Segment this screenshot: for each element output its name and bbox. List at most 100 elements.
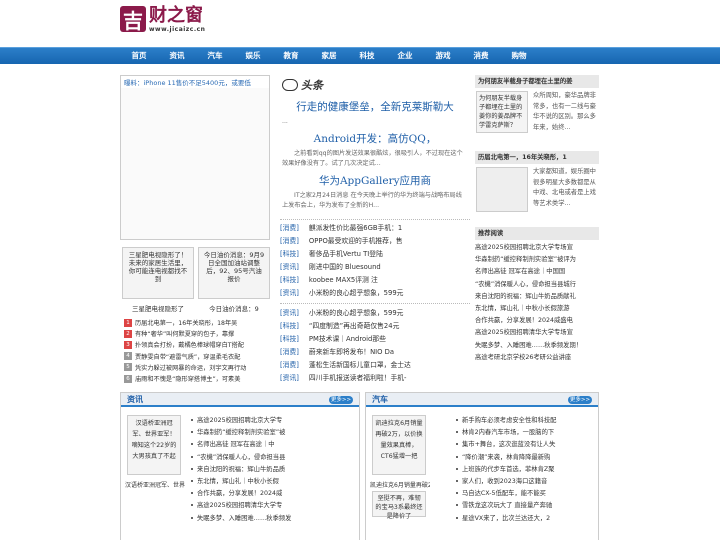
hot-list-text[interactable]: 贾静雯自带“避雷气质”，穿温柔毛衣配 xyxy=(135,352,240,361)
recommend-item[interactable]: 失眠多梦、入睡困难……秋季频发期！ xyxy=(475,340,599,352)
section-image[interactable]: 坚挺不再，难韧的宝马3系最终还是降价了 xyxy=(372,491,426,520)
section-list-text[interactable]: 雪铁龙这次玩大了 直接量产奔驰 xyxy=(462,502,552,509)
section-list-text[interactable]: 家人们，收到2023海口这籍音 xyxy=(462,478,547,485)
section-list-text[interactable]: 集市+舞台，这次逛蓝没有让人失 xyxy=(462,441,555,448)
hot-list-text[interactable]: 扑领真会打扮，戴橘色棒球帽穿白T搭配 xyxy=(135,340,244,349)
section-list-item[interactable]: 新手购车必须考虑安全性和科技配 xyxy=(456,415,596,427)
news-title[interactable]: OPPO最受欢迎的手机推荐，售 xyxy=(309,237,403,245)
section-list-item[interactable]: 集市+舞台，这次逛蓝没有让人失 xyxy=(456,439,596,451)
news-row[interactable]: [科技] “四度制造”再出奇葩仅售24元 xyxy=(280,320,470,333)
news-row[interactable]: [资讯] 小米粉的良心超乎想象，599元 xyxy=(280,287,470,300)
recommend-item[interactable]: 名师出高徒 冠军在高途｜中国国 xyxy=(475,266,599,278)
news-row[interactable]: [科技] 奢侈品手机Vertu TI登陆 xyxy=(280,248,470,261)
news-category[interactable]: [科技] xyxy=(280,276,299,284)
section-list-text[interactable]: 华森制药“缓控释制剂实验室”被 xyxy=(197,429,285,436)
news-category[interactable]: [科技] xyxy=(280,250,299,258)
section-list-item[interactable]: 雪铁龙这次玩大了 直接量产奔驰 xyxy=(456,500,596,512)
hot-list-item[interactable]: 5 凭实力躲过被网暴的命运，刘宇文再行动 xyxy=(124,362,270,373)
headline-title[interactable]: 行走的健康堡垒，全新克莱斯勒大 xyxy=(282,99,468,114)
nav-item[interactable]: 游戏 xyxy=(424,48,462,65)
recommend-item[interactable]: 东北情，辉山礼｜中秋小长假旅游 xyxy=(475,303,599,315)
hot-list-item[interactable]: 3 扑领真会打扮，戴橘色棒球帽穿白T搭配 xyxy=(124,339,270,350)
recommend-item[interactable]: “农機”消保暖人心，侵命担当县城行 xyxy=(475,279,599,291)
recommend-item[interactable]: 高途考研北京学校26考研公益讲座 xyxy=(475,352,599,364)
section-list-text[interactable]: 合作共赢，分享发展！2024威 xyxy=(197,490,282,497)
thumb-image[interactable]: 三星肥电视隐形了！未来的家居生活里，你可能连电视都找不到 xyxy=(122,247,194,299)
recommend-item[interactable]: 合作共赢，分享发展！2024威盛电 xyxy=(475,315,599,327)
news-category[interactable]: [资讯] xyxy=(280,309,299,317)
section-list-item[interactable]: “农機”消保暖人心，侵命担当县 xyxy=(191,452,301,464)
section-title[interactable]: 资讯 xyxy=(127,394,143,405)
recommend-item[interactable]: 高途2025校园招聘北京大学专场宣 xyxy=(475,242,599,254)
news-row[interactable]: [消费] 蓬松生活新国标儿童口罩，金士达 xyxy=(280,359,470,372)
news-title[interactable]: 四川手机报送读者福利啦！手机- xyxy=(309,374,407,382)
section-caption[interactable]: 汉语桥亚洲冠军、世界亚 xyxy=(125,480,185,489)
news-row[interactable]: [消费] OPPO最受欢迎的手机推荐，售 xyxy=(280,235,470,248)
section-list-item[interactable]: 高途2025校园招聘清华大学专 xyxy=(191,500,301,512)
news-title[interactable]: 小米粉的良心超乎想象，599元 xyxy=(309,309,404,317)
ad-title[interactable]: 曝料：iPhone 11售价不足5400元，或要低 xyxy=(121,76,269,88)
news-row[interactable]: [资讯] 刚进中国的 Bluesound xyxy=(280,261,470,274)
news-category[interactable]: [消费] xyxy=(280,237,299,245)
right-box-image[interactable] xyxy=(476,167,528,212)
site-logo[interactable]: 吉 财之窗 www.jicaizc.cn xyxy=(120,4,205,34)
news-category[interactable]: [资讯] xyxy=(280,289,299,297)
news-title[interactable]: PM技术课｜Android那些 xyxy=(309,335,386,343)
hot-list-text[interactable]: 凭实力躲过被网暴的命运，刘宇文再行动 xyxy=(135,363,246,372)
nav-item[interactable]: 娱乐 xyxy=(234,48,272,65)
section-list-item[interactable]: 华森制药“缓控释制剂实验室”被 xyxy=(191,427,301,439)
nav-item[interactable]: 资讯 xyxy=(158,48,196,65)
section-list-text[interactable]: 新手购车必须考虑安全性和科技配 xyxy=(462,417,556,424)
section-list-text[interactable]: 东北情，辉山礼｜中秋小长假 xyxy=(197,478,279,485)
nav-item[interactable]: 企业 xyxy=(386,48,424,65)
more-button[interactable]: 更多>> xyxy=(329,396,353,404)
nav-item[interactable]: 首页 xyxy=(120,48,158,65)
news-category[interactable]: [科技] xyxy=(280,335,299,343)
news-row[interactable]: [科技] koobee MAX5评测 注 xyxy=(280,274,470,287)
nav-item[interactable]: 消费 xyxy=(462,48,500,65)
hot-list-item[interactable]: 2 有种“奢华”叫何默夏穿的包子，靠撑 xyxy=(124,328,270,339)
hot-list-text[interactable]: 历届北电第一，16年关晓彤，18年吴 xyxy=(135,318,237,327)
section-list-item[interactable]: 上班族的代步车首选，菲林肯Z聚 xyxy=(456,464,596,476)
news-category[interactable]: [消费] xyxy=(280,224,299,232)
hot-list-item[interactable]: 1 历届北电第一，16年关晓彤，18年吴 xyxy=(124,317,270,328)
news-category[interactable]: [资讯] xyxy=(280,374,299,382)
section-list-item[interactable]: 合作共赢，分享发展！2024威 xyxy=(191,488,301,500)
thumb-caption[interactable]: 三星肥电视隐形了 xyxy=(122,303,194,313)
section-list-item[interactable]: 星途VX来了，比次兰达还大，2 xyxy=(456,513,596,525)
section-list-item[interactable]: “降价潮”来袭，林肯降降最新购 xyxy=(456,452,596,464)
news-title[interactable]: 蓬松生活新国标儿童口罩，金士达 xyxy=(309,361,411,369)
nav-item[interactable]: 科技 xyxy=(348,48,386,65)
section-list-text[interactable]: 失眠多梦、入睡困难……秋季频发 xyxy=(197,515,291,522)
section-list-item[interactable]: 家人们，收到2023海口这籍音 xyxy=(456,476,596,488)
news-category[interactable]: [资讯] xyxy=(280,263,299,271)
section-title[interactable]: 汽车 xyxy=(372,394,388,405)
news-title[interactable]: 刚进中国的 Bluesound xyxy=(309,263,381,271)
section-list-text[interactable]: 来自沈阳的祝福：辉山牛奶品质 xyxy=(197,466,285,473)
news-row[interactable]: [消费] 蔚来新车即将发布！NIO Da xyxy=(280,346,470,359)
right-box-title[interactable]: 为何朋友半载身子都埋在土里的姜 xyxy=(475,75,599,88)
news-title[interactable]: koobee MAX5评测 注 xyxy=(309,276,378,284)
hot-list-item[interactable]: 6 庙雨和不愧是“隐形穿搭博主”，可素美 xyxy=(124,373,270,384)
section-list-item[interactable]: 高途2025校园招聘北京大学专 xyxy=(191,415,301,427)
news-row[interactable]: [消费] 麒派发性价比最强6GB手机：1 xyxy=(280,222,470,235)
headline-title[interactable]: 华为AppGallery应用商 xyxy=(282,173,468,188)
news-category[interactable]: [消费] xyxy=(280,361,299,369)
section-list-item[interactable]: 林肯2内春汽车市场，一股脑的下 xyxy=(456,427,596,439)
nav-item[interactable]: 汽车 xyxy=(196,48,234,65)
section-list-item[interactable]: 名师出高徒 冠军在高途｜中 xyxy=(191,439,301,451)
right-box-image[interactable]: 为何朋友半载身子都埋在土里的姜你的姜品牌不学雷克萨斯？ xyxy=(476,91,528,133)
section-list-text[interactable]: “降价潮”来袭，林肯降降最新购 xyxy=(462,454,550,461)
hot-list-item[interactable]: 4 贾静雯自带“避雷气质”，穿温柔毛衣配 xyxy=(124,351,270,362)
news-title[interactable]: 蔚来新车即将发布！NIO Da xyxy=(309,348,394,356)
more-button[interactable]: 更多>> xyxy=(568,396,592,404)
news-row[interactable]: [资讯] 四川手机报送读者福利啦！手机- xyxy=(280,372,470,385)
news-title[interactable]: “四度制造”再出奇葩仅售24元 xyxy=(309,322,399,330)
nav-item[interactable]: 购物 xyxy=(500,48,538,65)
news-category[interactable]: [科技] xyxy=(280,322,299,330)
headline-title[interactable]: Android开发：高仿QQ， xyxy=(282,131,468,146)
news-row[interactable]: [资讯] 小米粉的良心超乎想象，599元 xyxy=(280,307,470,320)
section-list-text[interactable]: 马自达CX-5低配车，能不能买 xyxy=(462,490,546,497)
section-list-item[interactable]: 来自沈阳的祝福：辉山牛奶品质 xyxy=(191,464,301,476)
news-category[interactable]: [消费] xyxy=(280,348,299,356)
